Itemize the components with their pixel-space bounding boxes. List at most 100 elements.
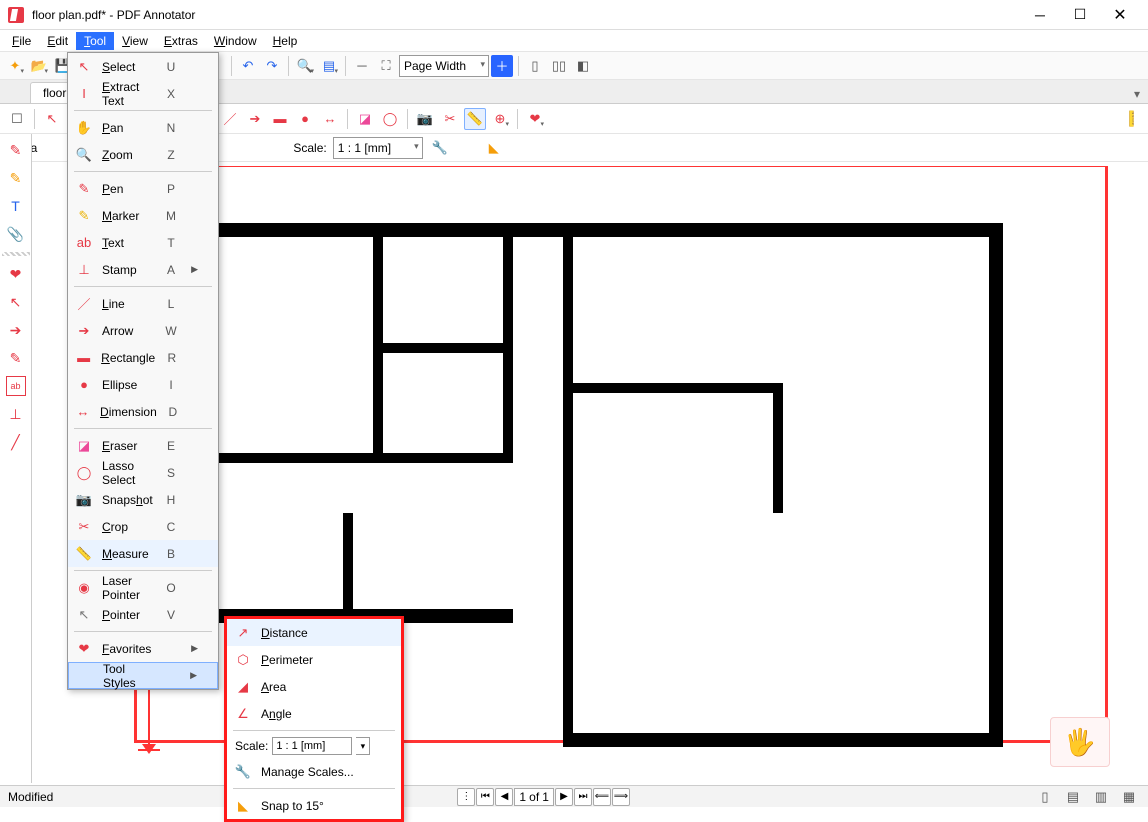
two-page-button[interactable]: ▯▯ [548, 55, 570, 77]
menu-help[interactable]: Help [265, 32, 306, 50]
menuitem-ellipse[interactable]: ●EllipseI [68, 371, 218, 398]
submenuitem-distance[interactable]: ↗Distance [227, 619, 401, 646]
ellipse-tool-icon[interactable]: ● [294, 108, 316, 130]
layout-grid-icon[interactable]: ▦ [1118, 786, 1140, 808]
zoom-in-button[interactable]: ＋ [491, 55, 513, 77]
rail-marker-icon[interactable]: ✎ [6, 168, 26, 188]
submenu-scale-dropdown[interactable]: ▾ [356, 737, 370, 755]
page-options-button[interactable]: ⋮ [457, 788, 475, 806]
continuous-button[interactable]: ◧ [572, 55, 594, 77]
favorites-tool-icon[interactable]: ❤ [524, 108, 546, 130]
maximize-button[interactable]: ☐ [1060, 1, 1100, 29]
single-page-button[interactable]: ▯ [524, 55, 546, 77]
submenuitem-angle[interactable]: ∠Angle [227, 700, 401, 727]
rail-cursor-icon[interactable]: ↖ [6, 292, 26, 312]
wrench-icon[interactable]: 🔧 [429, 137, 451, 159]
menuitem-favorites[interactable]: ❤Favorites▶ [68, 635, 218, 662]
ruler-icon[interactable]: 📏 [1115, 103, 1146, 134]
rect-tool-icon[interactable]: ▬ [269, 108, 291, 130]
menuitem-pen[interactable]: ✎PenP [68, 175, 218, 202]
menuitem-arrow[interactable]: ➔ArrowW [68, 317, 218, 344]
first-page-button[interactable]: ⏮ [476, 788, 494, 806]
zoom-out-button[interactable]: － [351, 55, 373, 77]
rail-line-icon[interactable]: ╱ [6, 432, 26, 452]
menuitem-dimension[interactable]: ↔DimensionD [68, 398, 218, 425]
menuitem-zoom[interactable]: 🔍ZoomZ [68, 141, 218, 168]
rail-ab-icon[interactable]: ab [6, 376, 26, 396]
scale-combo[interactable]: 1 : 1 [mm] [333, 137, 423, 159]
eraser-tool-icon[interactable]: ◪ [354, 108, 376, 130]
menuitem-marker[interactable]: ✎MarkerM [68, 202, 218, 229]
menuitem-label: Crop [102, 520, 154, 534]
rail-heart-icon[interactable]: ❤ [6, 264, 26, 284]
menuitem-eraser[interactable]: ◪EraserE [68, 432, 218, 459]
filter-button[interactable]: ▤ [318, 55, 340, 77]
back-button[interactable]: ⟸ [593, 788, 611, 806]
menuitem-text[interactable]: abTextT [68, 229, 218, 256]
menuitem-select[interactable]: ↖SelectU [68, 53, 218, 80]
snapshot-tool-icon[interactable]: 📷 [414, 108, 436, 130]
pan-indicator[interactable]: 🖐 [1050, 717, 1110, 767]
layout-cont-icon[interactable]: ▤ [1062, 786, 1084, 808]
menuitem-rectangle[interactable]: ▬RectangleR [68, 344, 218, 371]
menuitem-tool-styles[interactable]: Tool Styles▶ [68, 662, 218, 689]
measure-tool-icon[interactable]: 📏 [464, 108, 486, 130]
rail-attach-icon[interactable]: 📎 [6, 224, 26, 244]
menuitem-measure[interactable]: 📏MeasureB [68, 540, 218, 567]
area-icon: ◢ [233, 677, 253, 697]
select-tool-icon[interactable]: ↖ [41, 108, 63, 130]
rail-arrow-icon[interactable]: ➔ [6, 320, 26, 340]
redo-button[interactable]: ↷ [261, 55, 283, 77]
angle-snap-icon[interactable]: ◣ [483, 137, 505, 159]
submenu-scale-input[interactable] [272, 737, 352, 755]
line-tool-icon[interactable]: ／ [219, 108, 241, 130]
submenuitem-snap[interactable]: ◣Snap to 15° [227, 792, 401, 819]
prev-page-button[interactable]: ◀ [495, 788, 513, 806]
minimize-button[interactable]: ─ [1020, 1, 1060, 29]
next-page-button[interactable]: ▶ [555, 788, 573, 806]
new-button[interactable]: ✦ [4, 55, 26, 77]
menuitem-laser-pointer[interactable]: ◉Laser PointerO [68, 574, 218, 601]
fit-button[interactable]: ⛶ [375, 55, 397, 77]
open-button[interactable]: 📂 [28, 55, 50, 77]
menu-view[interactable]: View [114, 32, 156, 50]
crop-tool-icon[interactable]: ✂ [439, 108, 461, 130]
zoom-combo[interactable]: Page Width [399, 55, 489, 77]
layout-two-icon[interactable]: ▥ [1090, 786, 1112, 808]
find-button[interactable]: 🔍 [294, 55, 316, 77]
menuitem-pan[interactable]: ✋PanN [68, 114, 218, 141]
submenuitem-area[interactable]: ◢Area [227, 673, 401, 700]
tool-styles-submenu: ↗Distance⬡Perimeter◢Area∠AngleScale:▾🔧Ma… [224, 616, 404, 822]
arrow-tool-icon[interactable]: ➔ [244, 108, 266, 130]
lasso-tool-icon[interactable]: ◯ [379, 108, 401, 130]
submenuitem-manage-scales[interactable]: 🔧Manage Scales... [227, 758, 401, 785]
submenuitem-perimeter[interactable]: ⬡Perimeter [227, 646, 401, 673]
menuitem-stamp[interactable]: ⊥StampA▶ [68, 256, 218, 283]
menu-tool[interactable]: Tool [76, 32, 114, 50]
rail-pen-icon[interactable]: ✎ [6, 140, 26, 160]
menuitem-pointer[interactable]: ↖PointerV [68, 601, 218, 628]
rail-stamp-icon[interactable]: ⊥ [6, 404, 26, 424]
menu-extras[interactable]: Extras [156, 32, 206, 50]
dimension-tool-icon[interactable]: ↔ [319, 108, 341, 130]
undo-button[interactable]: ↶ [237, 55, 259, 77]
page-number-box[interactable]: 1 of 1 [514, 788, 554, 806]
layout-single-icon[interactable]: ▯ [1034, 786, 1056, 808]
close-button[interactable]: ✕ [1100, 1, 1140, 29]
menuitem-crop[interactable]: ✂CropC [68, 513, 218, 540]
checkbox-icon[interactable]: ☐ [6, 108, 28, 130]
rail-pen2-icon[interactable]: ✎ [6, 348, 26, 368]
last-page-button[interactable]: ⏭ [574, 788, 592, 806]
menu-window[interactable]: Window [206, 32, 265, 50]
forward-button[interactable]: ⟹ [612, 788, 630, 806]
menuitem-lasso-select[interactable]: ◯Lasso SelectS [68, 459, 218, 486]
menuitem-extract-text[interactable]: IExtract TextX [68, 80, 218, 107]
menuitem-snapshot[interactable]: 📷SnapshotH [68, 486, 218, 513]
menu-file[interactable]: File [4, 32, 39, 50]
tabs-overflow-button[interactable]: ▾ [1126, 85, 1148, 103]
menuitem-line[interactable]: ／LineL [68, 290, 218, 317]
menu-edit[interactable]: Edit [39, 32, 76, 50]
insert-tool-icon[interactable]: ⊕ [489, 108, 511, 130]
text-icon: ab [74, 233, 94, 253]
rail-text-icon[interactable]: T [6, 196, 26, 216]
